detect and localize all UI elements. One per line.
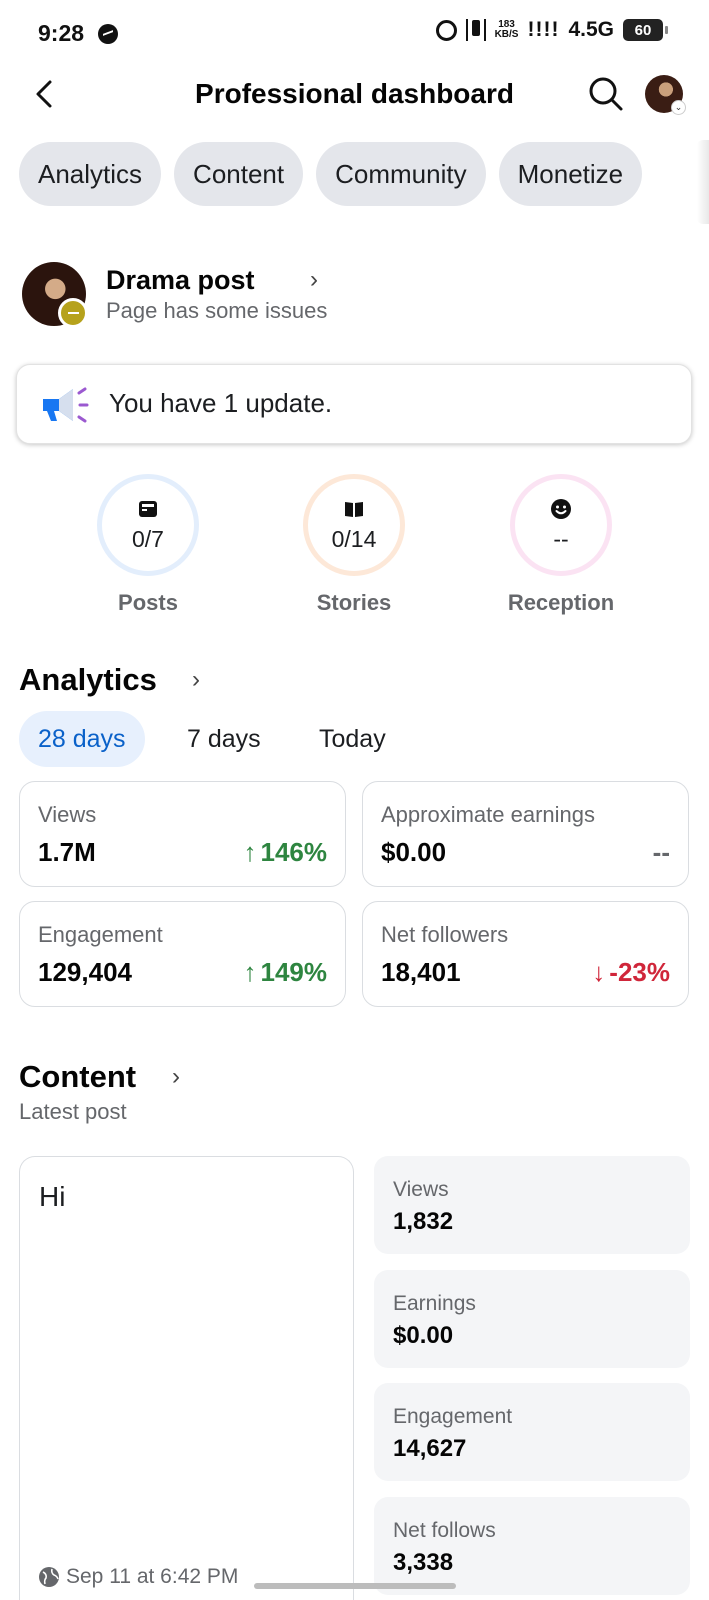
chevron-right-icon: › <box>310 266 318 293</box>
reception-ring: -- <box>510 474 612 576</box>
stat-engagement: Engagement 14,627 <box>374 1383 690 1481</box>
metric-change: ↑ 146% <box>244 837 328 868</box>
metric-value: 1.7M <box>38 837 96 867</box>
page-status: Page has some issues <box>106 298 328 323</box>
stat-earnings: Earnings $0.00 <box>374 1270 690 1368</box>
posts-ring: 0/7 <box>97 474 199 576</box>
metric-change: ↓ -23% <box>592 957 670 988</box>
warning-badge-icon <box>58 298 88 328</box>
stat-value: $0.00 <box>393 1322 454 1349</box>
posts-progress[interactable]: 0/7 Posts <box>68 474 228 616</box>
metric-value: $0.00 <box>381 837 447 867</box>
metric-label: Net followers <box>381 922 509 947</box>
content-heading[interactable]: Content <box>19 1059 136 1095</box>
network-speed: 183 KB/S <box>495 20 519 40</box>
reception-label: Reception <box>507 590 615 615</box>
network-type: 4.5G <box>568 18 614 41</box>
page-selector[interactable]: Drama post › Page has some issues <box>22 262 682 330</box>
network-speed-unit: KB/S <box>494 29 519 40</box>
stat-label: Net follows <box>393 1519 496 1542</box>
metric-change: ↑ 149% <box>244 957 328 988</box>
stories-ring: 0/14 <box>303 474 405 576</box>
stat-views: Views 1,832 <box>374 1156 690 1254</box>
messenger-icon <box>98 24 118 44</box>
metric-change-value: 149% <box>260 957 328 987</box>
stat-value: 1,832 <box>393 1208 454 1235</box>
post-date-row: Sep 11 at 6:42 PM <box>38 1565 238 1589</box>
update-banner[interactable]: You have 1 update. <box>16 364 692 444</box>
search-icon <box>589 77 623 111</box>
post-icon <box>139 500 157 517</box>
stories-value: 0/14 <box>331 525 377 552</box>
stat-label: Engagement <box>393 1405 513 1428</box>
globe-icon <box>39 1567 59 1587</box>
megaphone-icon <box>43 387 89 423</box>
metric-net-followers[interactable]: Net followers 18,401 ↓ -23% <box>362 901 689 1007</box>
stat-value: 14,627 <box>393 1435 467 1462</box>
metric-label: Engagement <box>38 922 163 947</box>
analytics-heading[interactable]: Analytics <box>19 662 157 698</box>
posts-label: Posts <box>118 590 178 615</box>
alarm-icon <box>435 19 457 41</box>
chevron-right-icon[interactable]: › <box>192 666 200 694</box>
stat-net-follows: Net follows 3,338 <box>374 1497 690 1595</box>
status-bar: 9:28 183 KB/S !!!! 4.5G 60 <box>0 0 709 66</box>
stat-label: Earnings <box>393 1292 476 1315</box>
arrow-up-icon: ↑ <box>243 957 257 987</box>
stat-label: Views <box>393 1178 449 1201</box>
profile-switcher-avatar[interactable]: ⌄ <box>645 75 686 115</box>
range-28-days[interactable]: 28 days <box>19 711 145 767</box>
tab-community[interactable]: Community <box>316 142 486 206</box>
metric-label: Approximate earnings <box>381 802 596 827</box>
post-date: Sep 11 at 6:42 PM <box>66 1565 239 1588</box>
stories-progress[interactable]: 0/14 Stories <box>274 474 434 616</box>
back-arrow-icon <box>36 80 52 108</box>
reception-value: -- <box>553 525 569 552</box>
page-name: Drama post <box>106 265 255 295</box>
range-today[interactable]: Today <box>300 711 405 767</box>
section-tabs: Analytics Content Community Monetize <box>19 142 643 206</box>
stories-label: Stories <box>316 590 392 615</box>
metric-change-value: -23% <box>609 957 670 987</box>
metric-change-value: 146% <box>260 837 328 867</box>
battery-icon: 60 <box>623 19 668 41</box>
tabs-scroll-hint <box>697 140 709 224</box>
status-icons: 183 KB/S !!!! 4.5G 60 <box>435 18 668 42</box>
tab-monetize[interactable]: Monetize <box>498 142 643 206</box>
metric-value: 18,401 <box>381 957 461 987</box>
metric-change: -- <box>652 837 670 867</box>
stat-value: 3,338 <box>393 1549 454 1576</box>
reception-progress[interactable]: -- Reception <box>481 474 641 616</box>
chevron-down-icon: ⌄ <box>671 100 686 115</box>
metric-earnings[interactable]: Approximate earnings $0.00 -- <box>362 781 689 887</box>
metric-label: Views <box>38 802 97 827</box>
back-button[interactable] <box>26 76 62 112</box>
latest-post-card[interactable]: Hi Sep 11 at 6:42 PM <box>19 1156 354 1600</box>
vibrate-icon <box>465 19 486 41</box>
status-time: 9:28 <box>38 20 85 46</box>
tab-content[interactable]: Content <box>174 142 304 206</box>
search-button[interactable] <box>586 74 626 114</box>
arrow-up-icon: ↑ <box>243 837 257 867</box>
update-text: You have 1 update. <box>109 388 333 418</box>
metric-engagement[interactable]: Engagement 129,404 ↑ 149% <box>19 901 346 1007</box>
app-header: Professional dashboard ⌄ <box>0 66 709 124</box>
signal-icon: !!!! <box>527 18 560 41</box>
tab-analytics[interactable]: Analytics <box>19 142 162 206</box>
content-subtitle: Latest post <box>19 1099 127 1124</box>
post-text: Hi <box>39 1181 66 1212</box>
metric-value: 129,404 <box>38 957 132 987</box>
smiley-icon <box>551 498 571 519</box>
arrow-down-icon: ↓ <box>592 957 606 987</box>
posts-value: 0/7 <box>132 525 164 552</box>
home-indicator[interactable] <box>254 1583 456 1589</box>
book-icon <box>345 501 363 517</box>
metric-views[interactable]: Views 1.7M ↑ 146% <box>19 781 346 887</box>
chevron-right-icon[interactable]: › <box>172 1063 180 1091</box>
range-7-days[interactable]: 7 days <box>168 711 280 767</box>
